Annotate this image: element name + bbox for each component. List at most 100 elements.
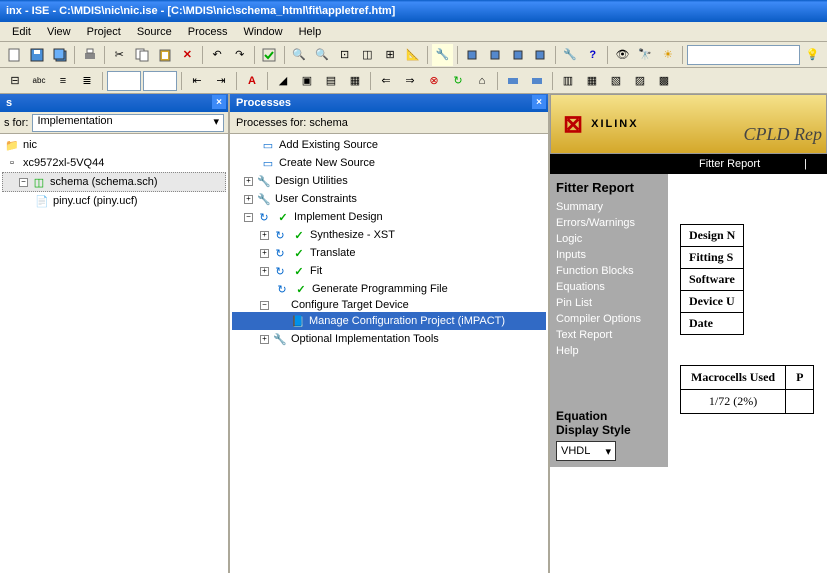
t2-layout1-icon[interactable]: ▥	[557, 70, 579, 92]
tree-piny[interactable]: 📄 piny.ucf (piny.ucf)	[2, 192, 226, 210]
save-icon[interactable]	[27, 44, 48, 66]
menu-source[interactable]: Source	[129, 24, 180, 40]
nav-equations[interactable]: Equations	[556, 279, 662, 295]
expand-icon[interactable]: +	[260, 267, 269, 276]
binoculars-icon[interactable]: 🔭	[635, 44, 656, 66]
t2-marker3-icon[interactable]: ▤	[320, 70, 342, 92]
proc-impl-design[interactable]: − ↻✓ Implement Design	[232, 208, 546, 226]
collapse-icon[interactable]: −	[260, 301, 269, 310]
t2-marker4-icon[interactable]: ▦	[344, 70, 366, 92]
t2-marker2-icon[interactable]: ▣	[296, 70, 318, 92]
t2-refresh-icon[interactable]: ↻	[447, 70, 469, 92]
t2-drop1[interactable]	[107, 71, 141, 91]
zoom-region-icon[interactable]: ◫	[357, 44, 378, 66]
processes-close-icon[interactable]: ×	[532, 95, 546, 109]
proc-create-new[interactable]: ▭ Create New Source	[232, 154, 546, 172]
chip-icon[interactable]	[462, 44, 483, 66]
zoom-fit-icon[interactable]: ⊡	[334, 44, 355, 66]
collapse-icon[interactable]: −	[19, 178, 28, 187]
proc-add-existing[interactable]: ▭ Add Existing Source	[232, 136, 546, 154]
chip4-icon[interactable]	[530, 44, 551, 66]
t2-btn2[interactable]: abc	[28, 70, 50, 92]
wrench-icon[interactable]: 🔧	[560, 44, 581, 66]
expand-icon[interactable]: +	[244, 195, 253, 204]
sources-for-select[interactable]: Implementation ▾	[32, 114, 224, 132]
nav-pinlist[interactable]: Pin List	[556, 295, 662, 311]
sun-icon[interactable]: ☀	[658, 44, 679, 66]
nav-errors[interactable]: Errors/Warnings	[556, 215, 662, 231]
eq-select[interactable]: VHDL ▾	[556, 441, 616, 461]
tree-schema[interactable]: − ◫ schema (schema.sch)	[2, 172, 226, 192]
check-icon[interactable]	[259, 44, 280, 66]
tree-device[interactable]: 📁 nic	[2, 136, 226, 154]
t2-drop2[interactable]	[143, 71, 177, 91]
proc-synth[interactable]: + ↻✓ Synthesize - XST	[232, 226, 546, 244]
t2-indent-left-icon[interactable]: ⇤	[186, 70, 208, 92]
nav-summary[interactable]: Summary	[556, 199, 662, 215]
t2-blue2-icon[interactable]	[526, 70, 548, 92]
nav-textreport[interactable]: Text Report	[556, 327, 662, 343]
nav-inputs[interactable]: Inputs	[556, 247, 662, 263]
toolbar-dropdown[interactable]	[687, 45, 800, 65]
proc-gen-prog[interactable]: ↻✓ Generate Programming File	[232, 280, 546, 298]
expand-icon[interactable]: +	[260, 231, 269, 240]
chip3-icon[interactable]	[507, 44, 528, 66]
proc-user-const[interactable]: + 🔧 User Constraints	[232, 190, 546, 208]
undo-icon[interactable]: ↶	[207, 44, 228, 66]
delete-icon[interactable]: ✕	[177, 44, 198, 66]
copy-icon[interactable]	[132, 44, 153, 66]
launch-icon[interactable]: 🔧	[432, 44, 453, 66]
t2-fwd-icon[interactable]: ⇒	[399, 70, 421, 92]
t2-btn4[interactable]: ≣	[76, 70, 98, 92]
t2-btn1[interactable]: ⊟	[4, 70, 26, 92]
sources-close-icon[interactable]: ×	[212, 95, 226, 109]
menu-help[interactable]: Help	[291, 24, 330, 40]
proc-opt-impl[interactable]: + 🔧 Optional Implementation Tools	[232, 330, 546, 348]
report-tab-fitter[interactable]: Fitter Report	[691, 158, 768, 170]
expand-icon[interactable]: +	[244, 177, 253, 186]
nav-logic[interactable]: Logic	[556, 231, 662, 247]
chip2-icon[interactable]	[485, 44, 506, 66]
new-icon[interactable]	[4, 44, 25, 66]
t2-home-icon[interactable]: ⌂	[471, 70, 493, 92]
proc-design-util[interactable]: + 🔧 Design Utilities	[232, 172, 546, 190]
expand-icon[interactable]: +	[260, 335, 269, 344]
nav-help[interactable]: Help	[556, 343, 662, 359]
t2-layout5-icon[interactable]: ▩	[653, 70, 675, 92]
nav-fblocks[interactable]: Function Blocks	[556, 263, 662, 279]
t2-layout2-icon[interactable]: ▦	[581, 70, 603, 92]
zoom-actual-icon[interactable]: ⊞	[380, 44, 401, 66]
menu-view[interactable]: View	[39, 24, 79, 40]
t2-layout3-icon[interactable]: ▧	[605, 70, 627, 92]
proc-manage-impact[interactable]: 📘 Manage Configuration Project (iMPACT)	[232, 312, 546, 330]
proc-translate[interactable]: + ↻✓ Translate	[232, 244, 546, 262]
t2-back-icon[interactable]: ⇐	[375, 70, 397, 92]
redo-icon[interactable]: ↷	[229, 44, 250, 66]
cut-icon[interactable]: ✂	[109, 44, 130, 66]
t2-blue1-icon[interactable]	[502, 70, 524, 92]
save-all-icon[interactable]	[49, 44, 70, 66]
paste-icon[interactable]	[154, 44, 175, 66]
zoom-in-icon[interactable]: 🔍	[289, 44, 310, 66]
help-icon[interactable]: ?	[582, 44, 603, 66]
measure-icon[interactable]: 📐	[402, 44, 423, 66]
proc-fit[interactable]: + ↻✓ Fit	[232, 262, 546, 280]
t2-layout4-icon[interactable]: ▨	[629, 70, 651, 92]
t2-indent-right-icon[interactable]: ⇥	[210, 70, 232, 92]
t2-stop-icon[interactable]: ⊗	[423, 70, 445, 92]
menu-window[interactable]: Window	[235, 24, 290, 40]
print-icon[interactable]	[79, 44, 100, 66]
menu-project[interactable]: Project	[79, 24, 129, 40]
find-icon[interactable]: 👁	[612, 44, 633, 66]
expand-icon[interactable]: +	[260, 249, 269, 258]
menu-process[interactable]: Process	[180, 24, 236, 40]
t2-btn3[interactable]: ≡	[52, 70, 74, 92]
nav-compiler[interactable]: Compiler Options	[556, 311, 662, 327]
t2-marker1-icon[interactable]: ◢	[272, 70, 294, 92]
collapse-icon[interactable]: −	[244, 213, 253, 222]
zoom-out-icon[interactable]: 🔍	[312, 44, 333, 66]
tree-chip[interactable]: ▫ xc9572xl-5VQ44	[2, 154, 226, 172]
t2-a-icon[interactable]: A	[241, 70, 263, 92]
proc-config-target[interactable]: − Configure Target Device	[232, 298, 546, 312]
menu-edit[interactable]: Edit	[4, 24, 39, 40]
